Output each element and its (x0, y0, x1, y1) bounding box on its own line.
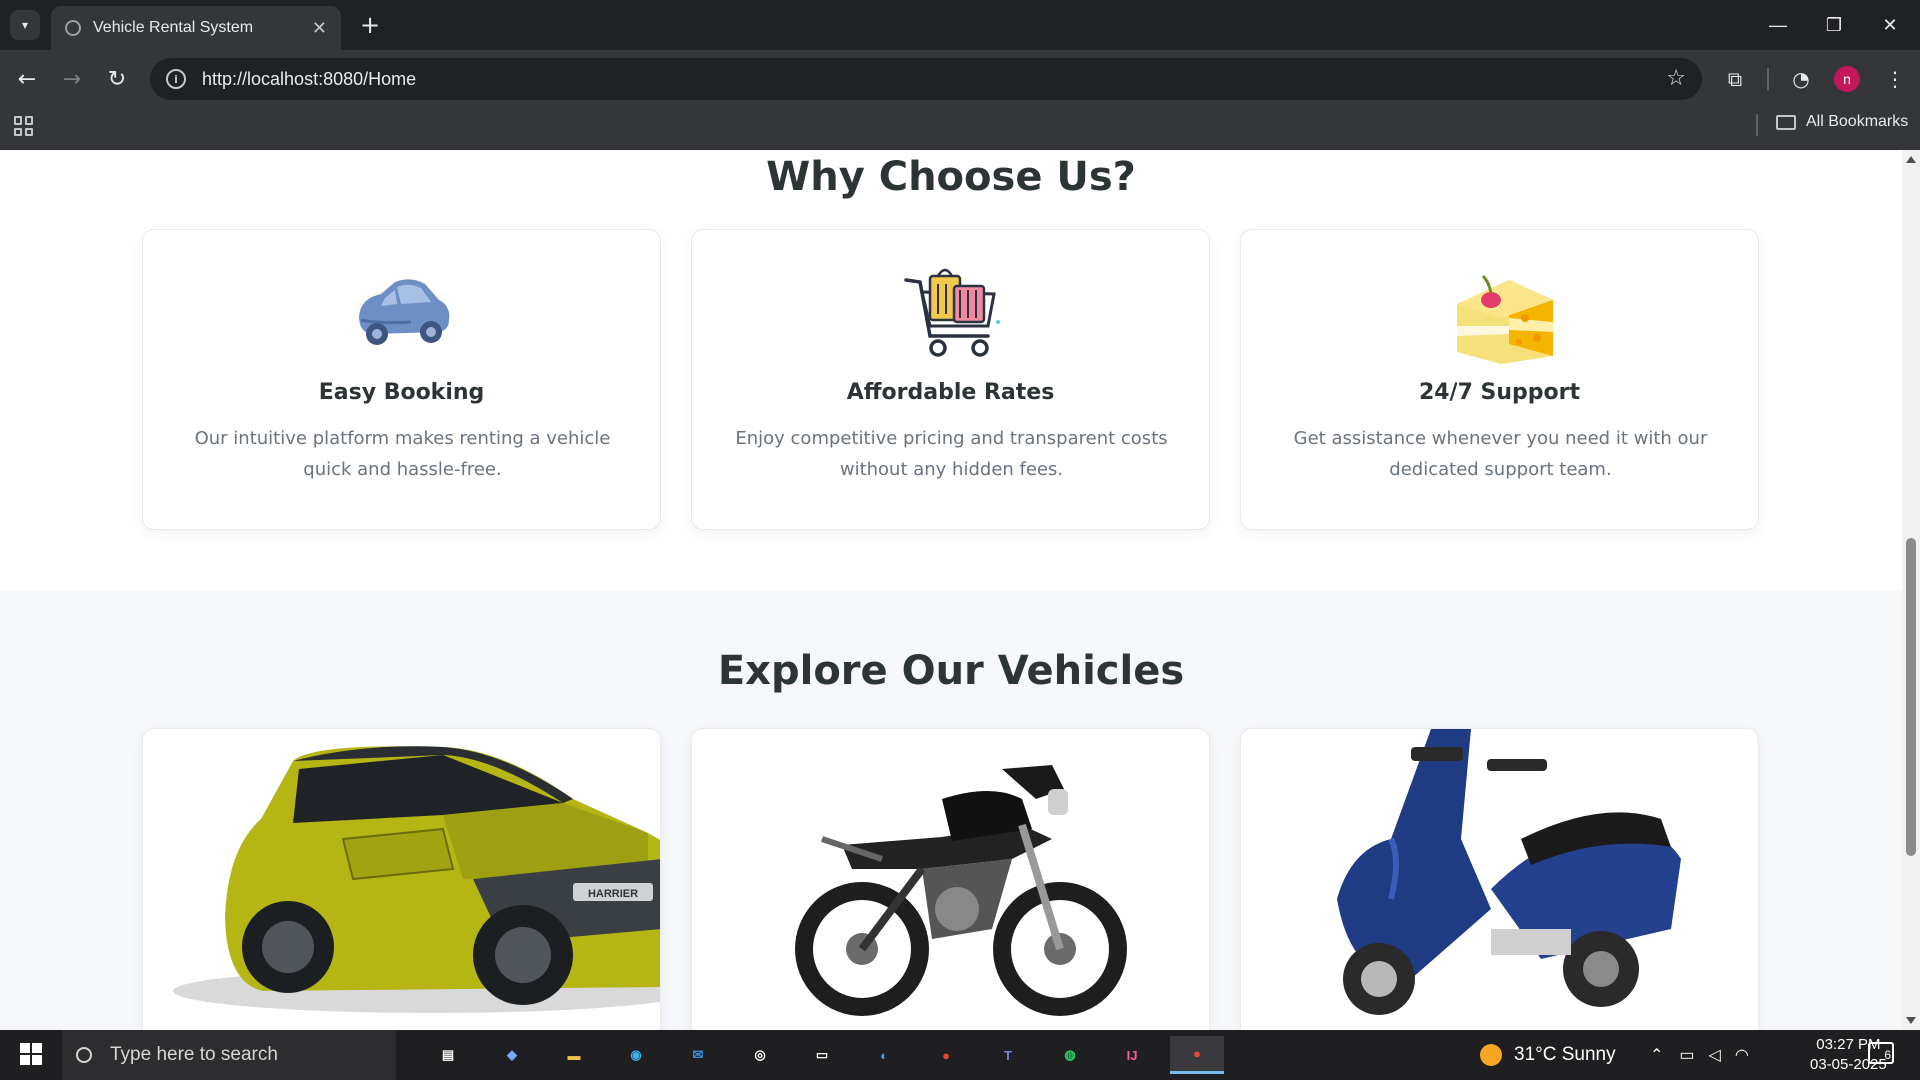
vertical-scrollbar[interactable] (1902, 150, 1920, 1030)
chrome-active-icon[interactable]: ● (1170, 1036, 1224, 1074)
weather-widget[interactable]: 31°C Sunny (1480, 1030, 1616, 1080)
toolbar-divider (1767, 68, 1769, 90)
mail-icon[interactable]: ✉ (678, 1036, 718, 1074)
search-icon (76, 1047, 92, 1063)
new-tab-button[interactable]: + (355, 10, 385, 40)
folder-icon (1776, 114, 1796, 130)
notification-count: 6 (1884, 1048, 1891, 1062)
weather-text: 31°C Sunny (1514, 1044, 1616, 1065)
feature-card-easy-booking: Easy Booking Our intuitive platform make… (142, 229, 661, 530)
vehicle-badge: HARRIER (588, 888, 638, 900)
shopping-cart-icon (904, 268, 1000, 357)
feature-description: Get assistance whenever you need it with… (1293, 428, 1708, 480)
why-choose-us-heading: Why Choose Us? (766, 154, 1136, 200)
performance-icon[interactable]: ◔ (1786, 64, 1816, 94)
all-bookmarks-label: All Bookmarks (1806, 113, 1909, 130)
minimize-button[interactable]: — (1750, 0, 1806, 50)
feature-card-support: 24/7 Support Get assistance whenever you… (1240, 229, 1759, 530)
tab-title: Vehicle Rental System (93, 19, 254, 36)
chevron-up-icon[interactable]: ⌃ (1650, 1045, 1663, 1065)
scroll-up-arrow-icon[interactable] (1906, 156, 1916, 163)
vehicle-card[interactable] (691, 728, 1210, 1030)
intellij-icon[interactable]: IJ (1112, 1036, 1152, 1074)
copilot-icon[interactable]: ◆ (492, 1036, 532, 1074)
taskbar-search-placeholder: Type here to search (110, 1044, 278, 1065)
vehicle-card[interactable] (1240, 728, 1759, 1030)
file-explorer-icon[interactable]: ▬ (554, 1036, 594, 1074)
menu-icon[interactable]: ⋮ (1880, 64, 1910, 94)
address-bar[interactable]: i http://localhost:8080/Home ☆ (150, 58, 1702, 100)
bookmark-star-icon[interactable]: ☆ (1666, 66, 1686, 91)
task-view-icon[interactable]: ▤ (428, 1036, 468, 1074)
terminal-icon[interactable]: ▭ (802, 1036, 842, 1074)
close-window-button[interactable]: ✕ (1862, 0, 1918, 50)
yellow-suv-image: HARRIER (173, 746, 660, 1013)
all-bookmarks-button[interactable]: All Bookmarks (1776, 113, 1908, 131)
reload-button[interactable]: ↻ (100, 62, 134, 96)
restore-button[interactable]: ❐ (1806, 0, 1862, 50)
black-motorcycle-image (795, 765, 1127, 1016)
bookmarks-divider (1756, 114, 1758, 136)
taskbar-search-input[interactable]: Type here to search (62, 1030, 396, 1080)
blue-scooter-image (1337, 729, 1681, 1015)
feature-title: Affordable Rates (846, 380, 1055, 405)
close-tab-icon[interactable]: ✕ (312, 18, 327, 39)
bookmarks-bar (0, 108, 1920, 150)
edge-icon[interactable]: ◉ (616, 1036, 656, 1074)
profile-avatar[interactable]: n (1834, 66, 1860, 92)
cake-icon (1457, 274, 1553, 364)
battery-icon[interactable]: ▭ (1679, 1045, 1694, 1065)
vehicle-card[interactable]: HARRIER (142, 728, 661, 1030)
page-viewport: Why Choose Us? Easy Booking Our intuitiv… (0, 150, 1902, 1030)
feature-title: 24/7 Support (1418, 380, 1581, 405)
chevron-down-icon: ▾ (21, 18, 29, 32)
notification-icon[interactable]: 6 (1868, 1042, 1894, 1064)
car-icon (359, 279, 450, 345)
wifi-icon[interactable]: ◠ (1735, 1045, 1749, 1065)
tab-vehicle-rental[interactable]: Vehicle Rental System ✕ (51, 6, 341, 50)
back-button[interactable]: ← (10, 62, 44, 96)
dell-icon[interactable]: ◎ (740, 1036, 780, 1074)
app-icon[interactable]: ◐ (864, 1036, 904, 1074)
whatsapp-icon[interactable]: ◍ (1050, 1036, 1090, 1074)
site-info-icon[interactable]: i (166, 69, 186, 89)
globe-icon (65, 20, 81, 36)
scroll-down-arrow-icon[interactable] (1906, 1017, 1916, 1024)
url-text: http://localhost:8080/Home (202, 68, 417, 89)
feature-title: Easy Booking (318, 380, 485, 405)
explore-vehicles-heading: Explore Our Vehicles (717, 648, 1185, 694)
volume-icon[interactable]: ◁ (1709, 1045, 1721, 1065)
extensions-icon[interactable]: ⧉ (1720, 64, 1750, 94)
browser-toolbar: ← → ↻ i http://localhost:8080/Home ☆ ⧉ ◔… (0, 50, 1920, 108)
feature-description: Our intuitive platform makes renting a v… (194, 428, 611, 480)
feature-description: Enjoy competitive pricing and transparen… (735, 428, 1168, 480)
windows-start-icon[interactable] (20, 1043, 42, 1065)
tab-search-button[interactable]: ▾ (10, 10, 40, 40)
scrollbar-thumb[interactable] (1906, 538, 1916, 856)
teams-icon[interactable]: T (988, 1036, 1028, 1074)
sun-icon (1480, 1044, 1502, 1066)
forward-button[interactable]: → (55, 62, 89, 96)
feature-card-affordable-rates: Affordable Rates Enjoy competitive prici… (691, 229, 1210, 530)
tray-icons[interactable]: ⌃ ▭ ◁ ◠ (1650, 1030, 1749, 1080)
apps-grid-icon[interactable] (14, 116, 34, 136)
chrome-icon[interactable]: ● (926, 1036, 966, 1074)
